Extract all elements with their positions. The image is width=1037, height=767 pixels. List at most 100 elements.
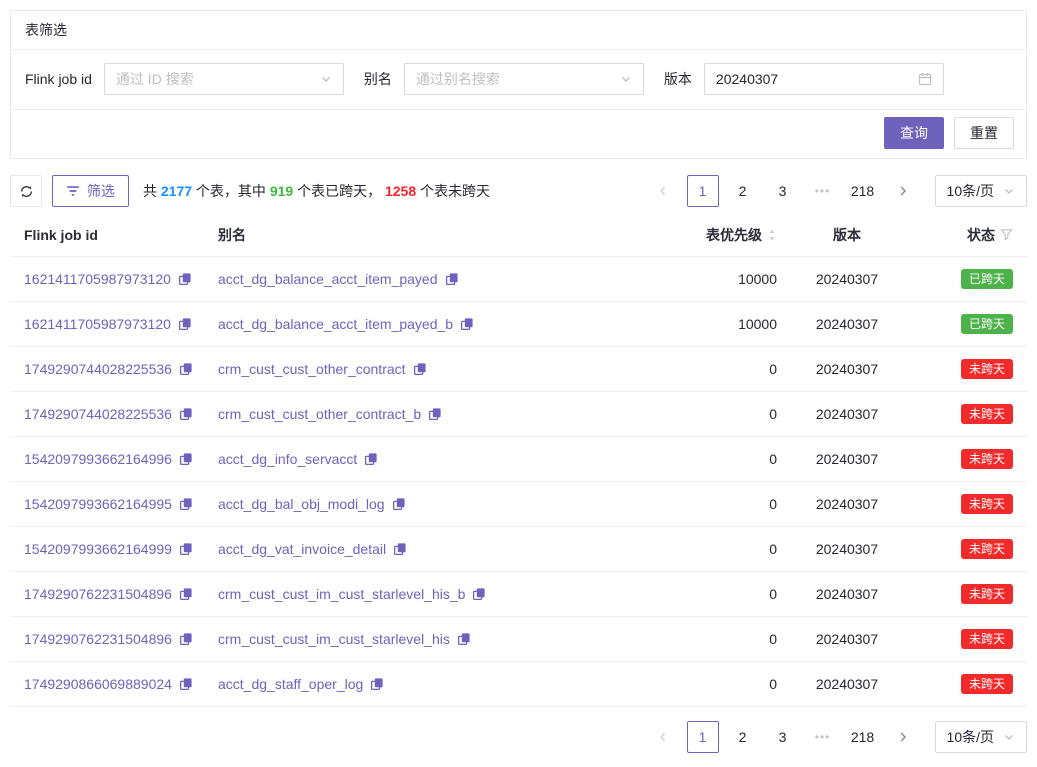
copy-icon[interactable] (457, 632, 471, 646)
page-button-2[interactable]: 2 (727, 721, 759, 753)
copy-icon[interactable] (179, 677, 193, 691)
table-row: 1621411705987973120 acct_dg_balance_acct… (10, 257, 1027, 302)
flink-job-id-link[interactable]: 1749290744028225536 (24, 361, 172, 377)
alias-select[interactable]: 通过别名搜索 (404, 63, 644, 95)
copy-icon[interactable] (428, 407, 442, 421)
copy-icon[interactable] (364, 452, 378, 466)
page-button-218[interactable]: 218 (847, 175, 879, 207)
chevron-left-icon (658, 731, 668, 743)
cell-version: 20240307 (777, 496, 917, 512)
copy-icon[interactable] (179, 497, 193, 511)
cell-flink-job-id: 1542097993662164999 (10, 541, 204, 557)
alias-link[interactable]: acct_dg_info_servacct (218, 451, 357, 467)
copy-icon[interactable] (392, 497, 406, 511)
filter-panel-button[interactable]: 筛选 (52, 175, 129, 207)
page-button-218[interactable]: 218 (847, 721, 879, 753)
pagination-ellipsis[interactable]: ••• (807, 175, 839, 207)
table-row: 1542097993662164995 acct_dg_bal_obj_modi… (10, 482, 1027, 527)
cell-alias: acct_dg_info_servacct (204, 451, 627, 467)
flink-job-id-link[interactable]: 1621411705987973120 (24, 271, 171, 287)
filter-card-title: 表筛选 (25, 22, 67, 38)
query-button[interactable]: 查询 (884, 117, 944, 149)
flink-job-id-link[interactable]: 1542097993662164996 (24, 451, 172, 467)
copy-icon[interactable] (178, 272, 192, 286)
sorter-icon[interactable] (767, 227, 777, 243)
cell-status: 未跨天 (917, 359, 1027, 379)
flink-job-id-link[interactable]: 1749290762231504896 (24, 586, 172, 602)
cell-version: 20240307 (777, 541, 917, 557)
table-row: 1749290762231504896 crm_cust_cust_im_cus… (10, 617, 1027, 662)
copy-icon[interactable] (179, 452, 193, 466)
table-row: 1542097993662164999 acct_dg_vat_invoice_… (10, 527, 1027, 572)
alias-link[interactable]: acct_dg_staff_oper_log (218, 676, 363, 692)
summary-text: 个表，其中 (192, 183, 270, 199)
table-row: 1542097993662164996 acct_dg_info_servacc… (10, 437, 1027, 482)
alias-link[interactable]: acct_dg_bal_obj_modi_log (218, 496, 385, 512)
alias-link[interactable]: acct_dg_balance_acct_item_payed_b (218, 316, 453, 332)
column-header-label: 版本 (833, 225, 861, 245)
status-badge: 未跨天 (961, 629, 1013, 649)
page-size-select[interactable]: 10条/页 (935, 175, 1027, 207)
filter-card-footer: 查询 重置 (11, 109, 1026, 158)
alias-link[interactable]: crm_cust_cust_im_cust_starlevel_his_b (218, 586, 465, 602)
prev-page-button[interactable] (647, 175, 679, 207)
version-date-picker[interactable]: 20240307 (704, 63, 944, 95)
copy-icon[interactable] (393, 542, 407, 556)
copy-icon[interactable] (179, 632, 193, 646)
alias-link[interactable]: acct_dg_vat_invoice_detail (218, 541, 386, 557)
priority-value: 0 (769, 451, 777, 467)
column-header-label: 状态 (967, 225, 995, 245)
alias-link[interactable]: acct_dg_balance_acct_item_payed (218, 271, 438, 287)
cell-version: 20240307 (777, 406, 917, 422)
page-button-1[interactable]: 1 (687, 721, 719, 753)
prev-page-button[interactable] (647, 721, 679, 753)
flink-job-id-link[interactable]: 1621411705987973120 (24, 316, 171, 332)
reset-button[interactable]: 重置 (954, 117, 1014, 149)
page-button-1[interactable]: 1 (687, 175, 719, 207)
chevron-right-icon (898, 185, 908, 197)
pagination-ellipsis[interactable]: ••• (807, 721, 839, 753)
flink-job-id-select[interactable]: 通过 ID 搜索 (104, 63, 344, 95)
copy-icon[interactable] (179, 542, 193, 556)
next-page-button[interactable] (887, 721, 919, 753)
flink-job-id-link[interactable]: 1542097993662164995 (24, 496, 172, 512)
alias-link[interactable]: crm_cust_cust_im_cust_starlevel_his (218, 631, 450, 647)
copy-icon[interactable] (179, 362, 193, 376)
version-value: 20240307 (816, 271, 878, 287)
summary-text: 个表未跨天 (416, 183, 490, 199)
column-header-label: 别名 (218, 225, 246, 245)
flink-job-id-link[interactable]: 1749290762231504896 (24, 631, 172, 647)
refresh-button[interactable] (10, 175, 42, 207)
page-button-3[interactable]: 3 (767, 175, 799, 207)
flink-job-id-link[interactable]: 1749290744028225536 (24, 406, 172, 422)
copy-icon[interactable] (179, 407, 193, 421)
page-size-select[interactable]: 10条/页 (935, 721, 1027, 753)
next-page-button[interactable] (887, 175, 919, 207)
status-badge: 未跨天 (961, 404, 1013, 424)
version-label: 版本 (664, 69, 692, 89)
version-value: 20240307 (816, 541, 878, 557)
cell-flink-job-id: 1749290744028225536 (10, 406, 204, 422)
pagination-bottom: 123•••218 10条/页 (639, 721, 1027, 753)
flink-job-id-link[interactable]: 1749290866069889024 (24, 676, 172, 692)
copy-icon[interactable] (179, 587, 193, 601)
cell-priority: 0 (627, 406, 777, 422)
filter-funnel-icon[interactable] (1000, 228, 1013, 241)
column-header-priority[interactable]: 表优先级 (627, 225, 777, 245)
page-button-2[interactable]: 2 (727, 175, 759, 207)
copy-icon[interactable] (370, 677, 384, 691)
priority-value: 10000 (738, 316, 777, 332)
copy-icon[interactable] (413, 362, 427, 376)
copy-icon[interactable] (178, 317, 192, 331)
copy-icon[interactable] (472, 587, 486, 601)
flink-job-id-link[interactable]: 1542097993662164999 (24, 541, 172, 557)
alias-link[interactable]: crm_cust_cust_other_contract_b (218, 406, 421, 422)
copy-icon[interactable] (460, 317, 474, 331)
copy-icon[interactable] (445, 272, 459, 286)
alias-link[interactable]: crm_cust_cust_other_contract (218, 361, 406, 377)
page-button-3[interactable]: 3 (767, 721, 799, 753)
cell-status: 未跨天 (917, 404, 1027, 424)
filter-item-alias: 别名 通过别名搜索 (364, 63, 644, 95)
version-value: 20240307 (816, 676, 878, 692)
cell-status: 已跨天 (917, 269, 1027, 289)
